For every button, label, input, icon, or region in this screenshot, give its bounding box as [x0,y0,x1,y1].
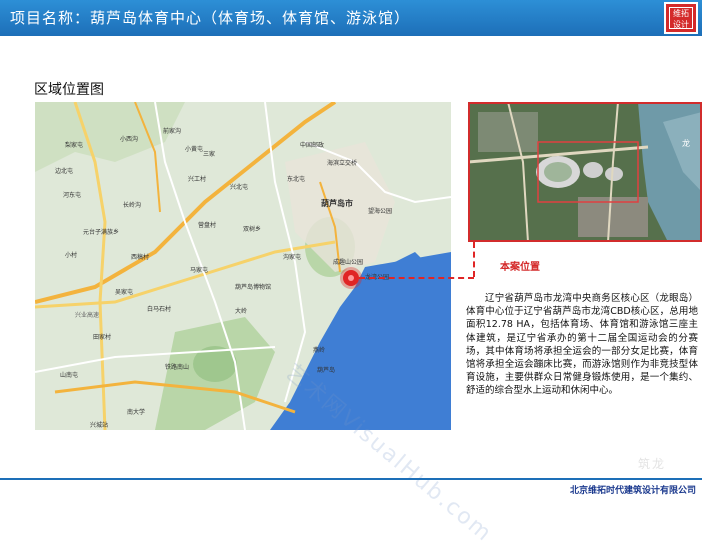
map-label: 成趣山公园 [333,259,364,266]
map-label: 营盘村 [198,222,217,229]
map-label: 南大学 [127,409,146,416]
map-label: 燕岭 [313,347,326,354]
map-label: 双树乡 [243,226,262,233]
map-label: 河东屯 [63,192,82,199]
location-map[interactable]: 小西沟 梨家屯 前家沟 小黄屯 边北屯 河东屯 长岭沟 元台子满族乡 西稿村 小… [35,102,451,430]
map-label: 大岭 [235,308,248,315]
leader-line [359,277,474,279]
logo-text: 维拓设计 [669,7,693,29]
map-label: 梨家屯 [65,142,84,149]
project-title: 项目名称：葫芦岛体育中心（体育场、体育馆、游泳馆） [10,9,411,27]
map-label: 吴家屯 [115,289,134,296]
map-label: 兴工村 [188,176,207,183]
map-label: 葫芦岛市 [321,199,353,208]
map-graphic [35,102,451,430]
map-label: 沟家屯 [283,254,302,261]
footer-watermark: 筑龙 [638,457,667,471]
project-location-marker[interactable] [343,270,359,286]
map-label: 东北屯 [287,176,306,183]
map-label: 兴业高速 [75,312,100,319]
aerial-photo-frame [468,102,702,242]
map-label: 前家沟 [163,128,182,135]
leader-line-vertical [473,242,475,277]
map-label: 中国邮政 [300,142,325,149]
map-label: 铁路南山 [165,364,190,371]
map-label: 长岭沟 [123,202,142,209]
map-label: 小黄屯 [185,146,204,153]
company-name: 北京维拓时代建筑设计有限公司 [569,486,696,496]
map-label: 小村 [65,252,78,259]
map-label: 白马石村 [147,306,172,313]
section-title: 区域位置图 [34,82,104,98]
map-label: 小西沟 [120,136,139,143]
map-label: 兴城站 [90,422,109,429]
company-logo: 维拓设计 [664,2,698,34]
map-label: 边北屯 [55,168,74,175]
map-label: 元台子满族乡 [83,229,120,236]
project-description: 辽宁省葫芦岛市龙湾中央商务区核心区（龙眼岛）体育中心位于辽宁省葫芦岛市龙湾CBD… [466,293,698,397]
project-location-label: 本案位置 [500,262,540,273]
map-label: 海滨立交桥 [327,160,358,167]
map-label: 西稿村 [131,254,150,261]
map-label: 田家村 [93,334,112,341]
map-label: 葫芦岛博物馆 [235,284,272,291]
map-label: 兴北屯 [230,184,249,191]
map-label: 山南屯 [60,372,79,379]
map-label: 望海公园 [368,208,393,215]
map-label: 马家屯 [190,267,209,274]
header-bar: 项目名称：葫芦岛体育中心（体育场、体育馆、游泳馆） 维拓设计 [0,0,702,36]
footer-line [0,478,702,480]
map-label: 三家 [203,151,216,158]
